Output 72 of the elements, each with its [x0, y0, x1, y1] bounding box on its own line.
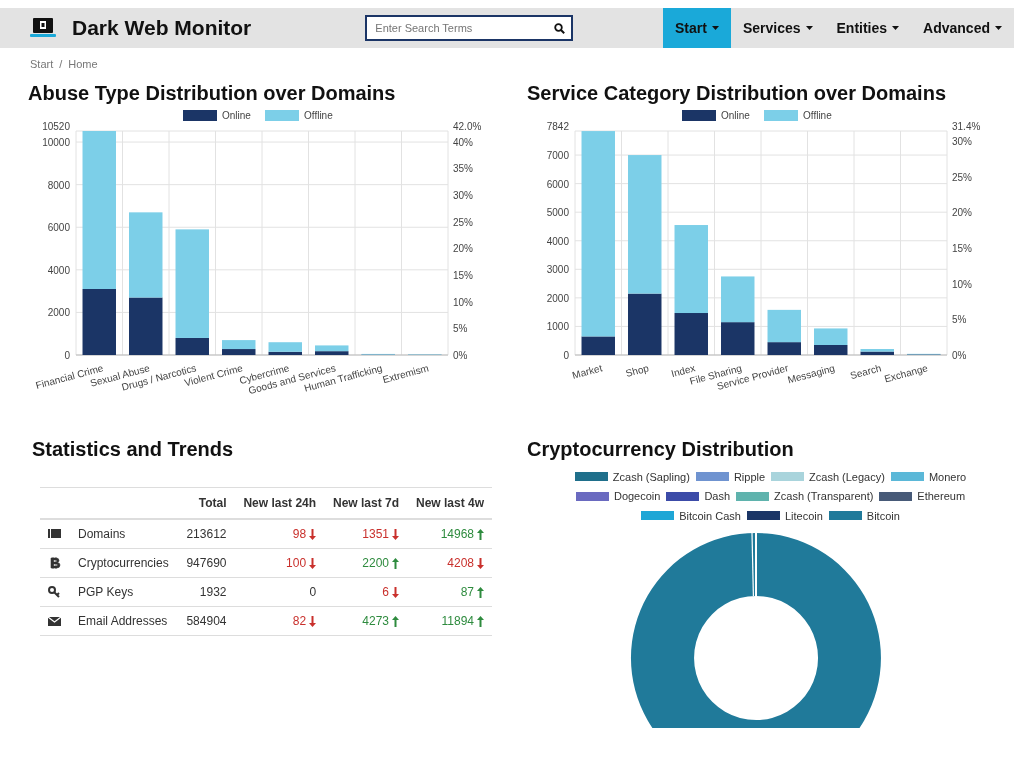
table-cell: 947690 — [177, 548, 235, 577]
axis-tick-label: 10520 — [42, 120, 70, 132]
table-cell: 584904 — [177, 606, 235, 635]
category-label: Market — [571, 361, 604, 381]
axis-tick-label: 6000 — [47, 221, 70, 233]
axis-tick-label: 6000 — [546, 178, 569, 190]
column-header: New last 4w — [407, 487, 492, 519]
axis-tick-label: 42.0% — [453, 120, 482, 132]
category-label: Extremism — [381, 361, 430, 385]
axis-tick-label: 10% — [952, 278, 972, 290]
category-label: Exchange — [883, 361, 929, 384]
trend-value: 0 — [309, 584, 317, 599]
axis-tick-label: 4000 — [47, 264, 70, 276]
legend-label: Offline — [304, 109, 334, 121]
axis-tick-label: 40% — [453, 136, 473, 148]
row-label: Cryptocurrencies — [70, 548, 178, 577]
axis-tick-label: 10000 — [42, 136, 70, 148]
axis-tick-label: 7842 — [546, 120, 569, 132]
section-title: Statistics and Trends — [32, 436, 235, 461]
trend-value: 98 — [292, 526, 317, 541]
trend-value: 4273 — [362, 613, 400, 628]
section-title: Cryptocurrency Distribution — [527, 436, 795, 461]
axis-tick-label: 5% — [952, 313, 967, 325]
axis-tick-label: 15% — [453, 269, 473, 281]
chart-title: Abuse Type Distribution over Domains — [28, 80, 397, 105]
axis-tick-label: 5000 — [546, 206, 569, 218]
axis-tick-label: 20% — [453, 242, 473, 254]
column-header: New last 24h — [234, 487, 325, 519]
table-cell: 1932 — [177, 577, 235, 606]
category-label: Search — [848, 361, 883, 381]
trend-value: 100 — [286, 555, 317, 570]
row-label: Domains — [70, 518, 178, 548]
category-label: Shop — [624, 361, 650, 379]
axis-tick-label: 15% — [952, 242, 972, 254]
column-header: New last 7d — [324, 487, 408, 519]
trend-value: 2200 — [362, 555, 400, 570]
axis-tick-label: 0 — [64, 349, 70, 361]
row-label: Email Addresses — [70, 606, 178, 635]
axis-tick-label: 0% — [453, 349, 468, 361]
axis-tick-label: 4000 — [546, 235, 569, 247]
legend-label: Online — [721, 109, 751, 121]
legend-label: Online — [222, 109, 252, 121]
trend-value: 6 — [382, 584, 400, 599]
axis-tick-label: 30% — [952, 135, 972, 147]
axis-tick-label: 3000 — [546, 263, 569, 275]
axis-tick-label: 1000 — [546, 320, 569, 332]
axis-tick-label: 8000 — [47, 179, 70, 191]
axis-tick-label: 10% — [453, 296, 473, 308]
axis-tick-label: 0 — [563, 349, 569, 361]
column-header: Total — [177, 487, 235, 519]
trend-value: 14968 — [440, 526, 484, 541]
axis-tick-label: 30% — [453, 189, 473, 201]
table-cell: 213612 — [177, 518, 235, 548]
trend-value: 4208 — [447, 555, 484, 570]
row-label: PGP Keys — [70, 577, 178, 606]
trend-value: 87 — [460, 584, 484, 599]
trend-value: 11894 — [441, 613, 484, 628]
axis-tick-label: 31.4% — [952, 120, 981, 132]
axis-tick-label: 25% — [952, 171, 972, 183]
axis-tick-label: 20% — [952, 206, 972, 218]
chart-title: Service Category Distribution over Domains — [527, 80, 947, 105]
axis-tick-label: 35% — [453, 162, 473, 174]
axis-tick-label: 5% — [453, 322, 468, 334]
axis-tick-label: 25% — [453, 216, 473, 228]
axis-tick-label: 2000 — [47, 306, 70, 318]
trend-value: 82 — [292, 613, 317, 628]
axis-tick-label: 0% — [952, 349, 967, 361]
axis-tick-label: 2000 — [546, 292, 569, 304]
breadcrumb-separator: / — [59, 57, 63, 72]
legend-label: Offline — [803, 109, 833, 121]
axis-tick-label: 7000 — [546, 149, 569, 161]
trend-value: 1351 — [362, 526, 400, 541]
